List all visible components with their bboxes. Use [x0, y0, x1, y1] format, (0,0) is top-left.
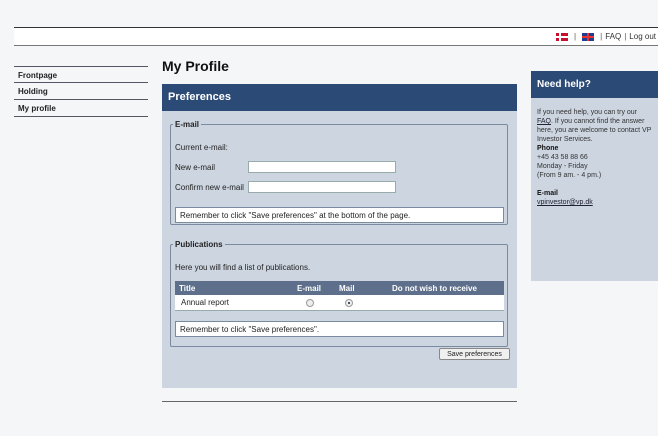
bottom-divider	[162, 401, 517, 402]
save-reminder-notice: Remember to click "Save preferences" at …	[175, 207, 504, 223]
publications-table: Title E-mail Mail Do not wish to receive…	[175, 281, 504, 311]
help-faq-link[interactable]: FAQ	[537, 118, 551, 125]
help-email-link[interactable]: vpinvestor@vp.dk	[537, 199, 593, 206]
help-intro-start: If you need help, you can try our	[537, 109, 638, 116]
preferences-panel: Preferences E-mail Current e-mail: New e…	[162, 84, 517, 388]
confirm-email-field[interactable]	[248, 181, 396, 193]
new-email-label: New e-mail	[175, 163, 216, 172]
help-body: If you need help, you can try our FAQ. I…	[531, 98, 658, 217]
email-radio[interactable]	[306, 299, 314, 307]
separator: |	[574, 32, 577, 41]
main-content: My Profile Preferences E-mail Current e-…	[162, 56, 517, 402]
email-legend: E-mail	[175, 120, 200, 129]
help-intro-end: . If you cannot find the answer here, yo…	[537, 118, 652, 143]
separator: |	[624, 32, 627, 41]
opening-days: Monday - Friday	[537, 163, 588, 170]
sidebar-item-frontpage[interactable]: Frontpage	[14, 66, 148, 83]
opening-hours: (From 9 am. - 4 pm.)	[537, 172, 602, 179]
top-band	[0, 0, 658, 28]
logout-link[interactable]: Log out	[629, 32, 656, 41]
publications-reminder-notice: Remember to click "Save preferences".	[175, 321, 504, 337]
save-preferences-button[interactable]: Save preferences	[439, 348, 510, 360]
column-do-not-receive: Do not wish to receive	[392, 284, 477, 293]
sidebar: Frontpage Holding My profile	[14, 66, 148, 117]
help-title: Need help?	[531, 71, 658, 98]
sidebar-item-holding[interactable]: Holding	[14, 83, 148, 100]
separator: |	[600, 32, 603, 41]
confirm-email-label: Confirm new e-mail	[175, 183, 244, 192]
help-email-label: E-mail	[537, 190, 559, 197]
uk-flag-icon[interactable]	[582, 32, 595, 41]
phone-number: +45 43 58 88 66	[537, 154, 588, 161]
publication-title: Annual report	[181, 298, 230, 307]
new-email-field[interactable]	[248, 161, 396, 173]
table-row: Annual report	[175, 295, 504, 311]
publications-legend: Publications	[175, 240, 223, 249]
column-mail: Mail	[339, 284, 355, 293]
mail-radio[interactable]	[345, 299, 353, 307]
phone-label: Phone	[537, 145, 559, 152]
sidebar-item-my-profile[interactable]: My profile	[14, 100, 148, 117]
top-links: | | FAQ | Log out	[553, 32, 656, 41]
top-navigation: | | FAQ | Log out	[14, 28, 658, 46]
help-box: Need help? If you need help, you can try…	[531, 71, 658, 281]
column-title: Title	[179, 284, 196, 293]
faq-link[interactable]: FAQ	[605, 32, 621, 41]
publications-intro: Here you will find a list of publication…	[175, 263, 311, 272]
email-fieldset: E-mail Current e-mail: New e-mail Confir…	[170, 120, 508, 225]
danish-flag-icon[interactable]	[556, 32, 569, 41]
current-email-label: Current e-mail:	[175, 143, 228, 152]
panel-title: Preferences	[162, 84, 517, 111]
table-header: Title E-mail Mail Do not wish to receive	[175, 281, 504, 295]
column-email: E-mail	[297, 284, 322, 293]
page-title: My Profile	[162, 58, 229, 74]
publications-fieldset: Publications Here you will find a list o…	[170, 240, 508, 347]
